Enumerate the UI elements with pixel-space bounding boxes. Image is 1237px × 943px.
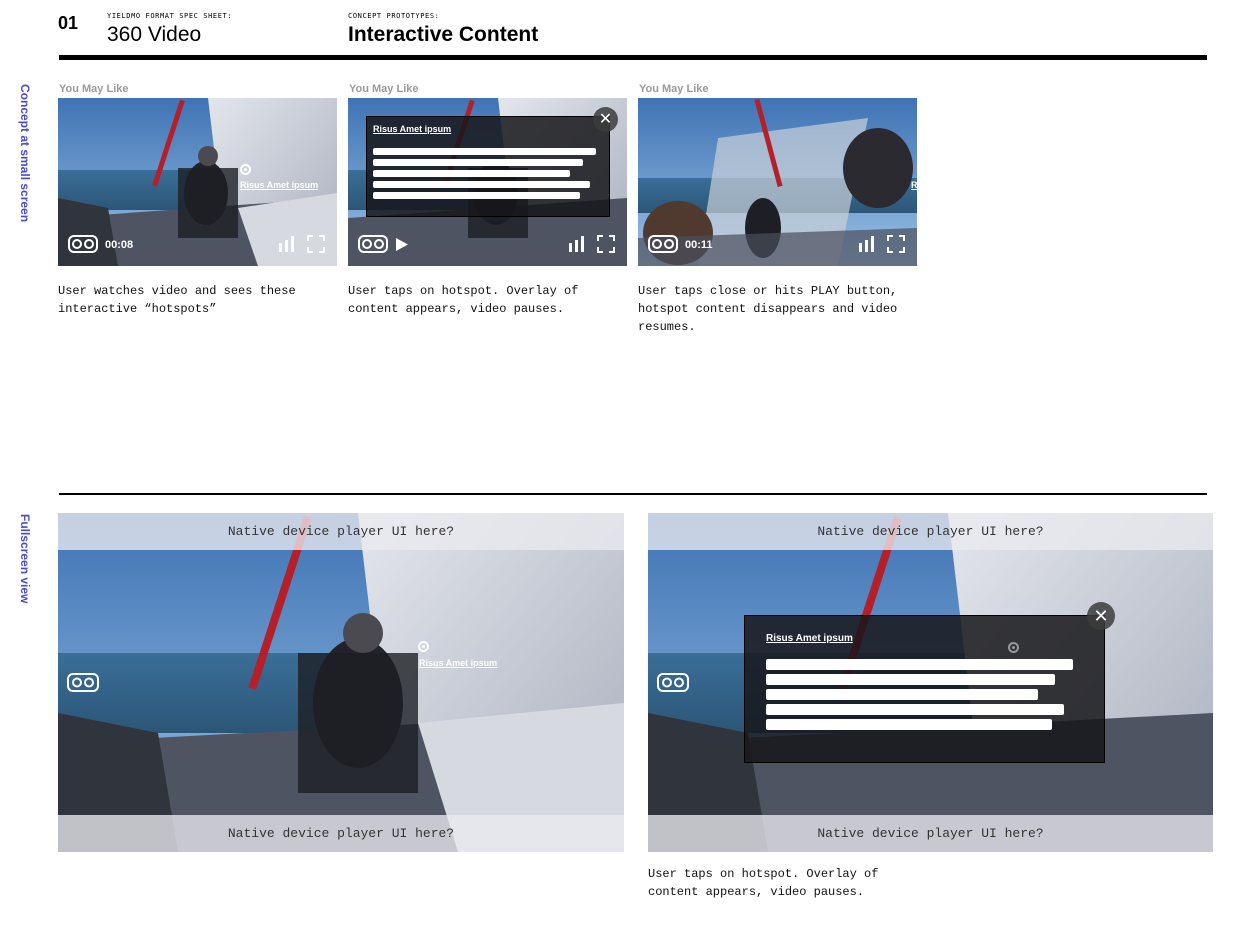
fullscreen-video-1[interactable]: Native device player UI here? Risus Amet… — [58, 513, 624, 852]
frame2-caption: User taps on hotspot. Overlay of content… — [348, 284, 579, 316]
video-scene — [58, 513, 624, 852]
vr-goggles-icon[interactable] — [68, 235, 98, 253]
overlay-title: Risus Amet ipsum — [373, 124, 452, 134]
section-label-small-screen: Concept at small screen — [18, 84, 32, 223]
hotspot-icon[interactable] — [418, 641, 429, 652]
text-placeholder-line — [766, 719, 1052, 730]
concept-label: CONCEPT PROTOTYPES: — [348, 12, 440, 20]
native-player-ui-bottom: Native device player UI here? — [58, 815, 624, 852]
vr-goggles-icon[interactable] — [358, 235, 388, 253]
native-player-ui-bottom: Native device player UI here? — [648, 815, 1213, 852]
frame3-heading: You May Like — [639, 83, 709, 95]
overlay-title: Risus Amet ipsum — [766, 633, 853, 644]
video-frame-2[interactable]: Risus Amet ipsum ✕ — [348, 98, 627, 266]
hotspot-label[interactable]: Risus Amet ipsum — [419, 658, 497, 668]
text-placeholder-line — [373, 181, 590, 188]
close-icon[interactable]: ✕ — [593, 107, 618, 132]
text-placeholder-line — [373, 192, 580, 199]
video-time: 00:11 — [685, 239, 713, 251]
fullscreen-icon[interactable] — [887, 235, 905, 253]
hotspot-label[interactable]: R — [911, 180, 917, 190]
text-placeholder-line — [766, 674, 1055, 685]
text-placeholder-line — [766, 659, 1073, 670]
text-placeholder-line — [766, 704, 1064, 715]
section-label-fullscreen: Fullscreen view — [18, 514, 32, 604]
fullscreen-icon[interactable] — [597, 235, 615, 253]
native-player-ui-top: Native device player UI here? — [58, 513, 624, 550]
close-icon[interactable]: ✕ — [1087, 602, 1115, 630]
header-divider — [59, 55, 1207, 60]
video-frame-1[interactable]: Risus Amet ipsum 00:08 — [58, 98, 337, 266]
concept-title: Interactive Content — [348, 23, 539, 46]
hotspot-icon[interactable] — [240, 164, 251, 175]
hotspot-overlay: Risus Amet ipsum — [366, 116, 610, 217]
vr-goggles-icon[interactable] — [648, 235, 678, 253]
video-time: 00:08 — [105, 239, 134, 251]
section-divider — [59, 493, 1207, 495]
play-icon[interactable] — [395, 237, 409, 252]
fullscreen-caption: User taps on hotspot. Overlay of content… — [648, 867, 879, 899]
hotspot-label[interactable]: Risus Amet ipsum — [240, 180, 318, 190]
page-number: 01 — [58, 13, 79, 33]
frame2-heading: You May Like — [349, 83, 419, 95]
native-player-ui-top: Native device player UI here? — [648, 513, 1213, 550]
frame3-caption: User taps close or hits PLAY button, hot… — [638, 284, 898, 334]
vr-goggles-icon[interactable] — [657, 673, 689, 692]
text-placeholder-line — [766, 689, 1038, 700]
text-placeholder-line — [373, 159, 583, 166]
frame1-heading: You May Like — [59, 83, 129, 95]
volume-bars-icon[interactable] — [568, 236, 586, 252]
spec-title: 360 Video — [107, 23, 202, 46]
volume-bars-icon[interactable] — [278, 236, 296, 252]
text-placeholder-line — [373, 170, 570, 177]
vr-goggles-icon[interactable] — [67, 673, 99, 692]
text-placeholder-line — [373, 148, 596, 155]
hotspot-icon — [1008, 642, 1019, 653]
video-frame-3[interactable]: R 00:11 — [638, 98, 917, 266]
volume-bars-icon[interactable] — [858, 236, 876, 252]
frame1-caption: User watches video and sees these intera… — [58, 284, 296, 316]
fullscreen-video-2[interactable]: Native device player UI here? Risus Amet… — [648, 513, 1213, 852]
fullscreen-icon[interactable] — [307, 235, 325, 253]
spec-label: YIELDMO FORMAT SPEC SHEET: — [107, 12, 233, 20]
hotspot-overlay: Risus Amet ipsum — [744, 615, 1105, 763]
